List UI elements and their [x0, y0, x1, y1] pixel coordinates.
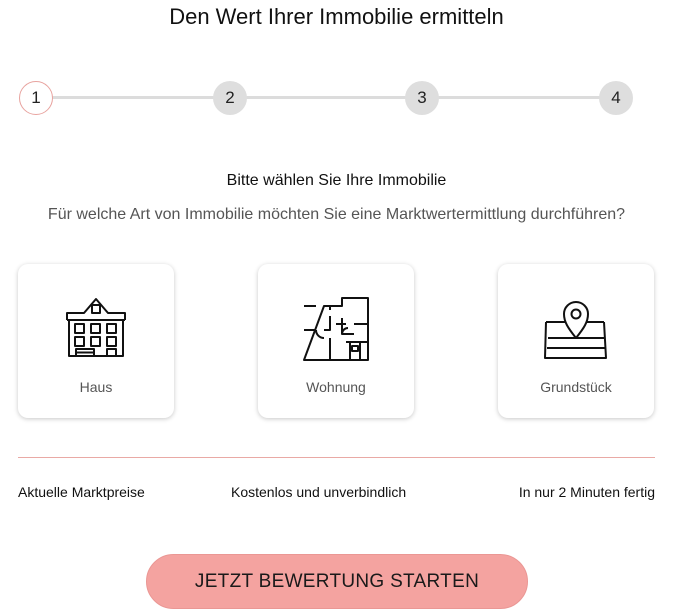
- option-card-haus[interactable]: Haus: [18, 264, 174, 418]
- option-card-grundstueck[interactable]: Grundstück: [498, 264, 654, 418]
- house-icon: [66, 298, 126, 357]
- option-card-wohnung[interactable]: Wohnung: [258, 264, 414, 418]
- stepper-track: [36, 96, 616, 99]
- section-heading: Bitte wählen Sie Ihre Immobilie: [226, 172, 447, 189]
- floorplan-icon: [303, 297, 369, 361]
- start-valuation-button[interactable]: JETZT BEWERTUNG STARTEN: [146, 554, 528, 609]
- divider: [18, 457, 655, 458]
- page-title: Den Wert Ihrer Immobilie ermitteln: [169, 4, 504, 29]
- step-4[interactable]: 4: [599, 81, 633, 115]
- feature-two-minutes: In nur 2 Minuten fertig: [518, 484, 655, 500]
- step-2[interactable]: 2: [213, 81, 247, 115]
- feature-market-prices: Aktuelle Marktpreise: [18, 484, 145, 500]
- step-1[interactable]: 1: [19, 81, 53, 115]
- question-text: Für welche Art von Immobilie möchten Sie…: [47, 206, 626, 223]
- feature-free: Kostenlos und unverbindlich: [231, 484, 407, 500]
- step-3[interactable]: 3: [405, 81, 439, 115]
- land-plot-icon: [544, 301, 607, 359]
- option-label: Wohnung: [306, 379, 366, 395]
- option-label: Haus: [79, 379, 113, 395]
- option-label: Grundstück: [540, 379, 612, 395]
